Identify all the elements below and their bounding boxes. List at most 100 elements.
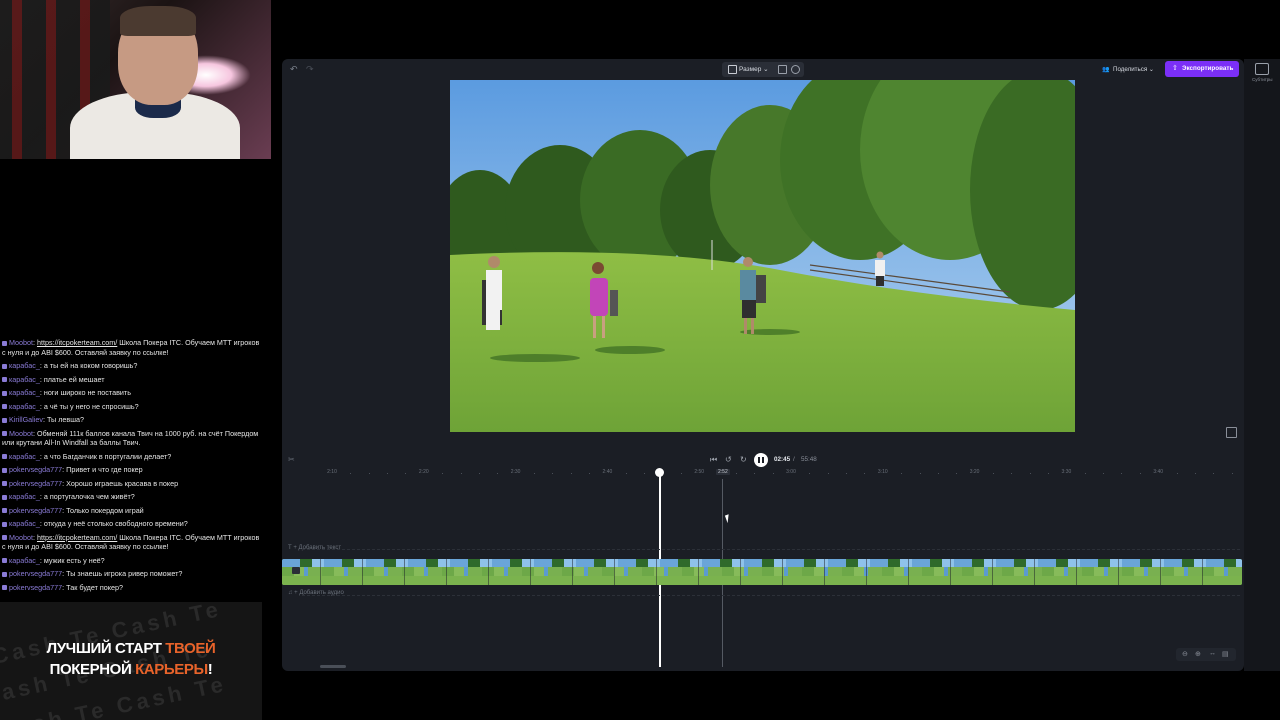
ruler-tick: [1139, 473, 1141, 474]
play-pause-button[interactable]: [754, 453, 768, 467]
text-track[interactable]: [302, 549, 1240, 550]
export-button[interactable]: ⇧ Экспортировать: [1165, 61, 1239, 77]
ruler-tick: [368, 473, 370, 474]
streamer-hair: [120, 6, 196, 36]
chat-text: откуда у неё столько свободного времени?: [43, 519, 188, 528]
chat-message: KirillGaliev: Ты левша?: [2, 413, 264, 427]
forward-icon[interactable]: ↻: [740, 455, 747, 464]
chat-username[interactable]: карабас_: [9, 361, 40, 370]
ruler-tick: [864, 473, 866, 474]
chat-text: Обменяй 111к баллов канала Твич на 1000 …: [2, 428, 259, 448]
zoom-in-icon[interactable]: ⊕: [1195, 650, 1201, 658]
ruler-tick: [644, 473, 646, 474]
redo-icon[interactable]: ↷: [306, 64, 314, 75]
chat-message: pokervsegda777: Так будет покер?: [2, 581, 264, 595]
chat-username[interactable]: карабас_: [9, 375, 40, 384]
chat-message: pokervsegda777: Привет и что где покер: [2, 463, 264, 477]
ruler-tick: [1231, 473, 1233, 474]
ruler-tick-label: 3:40: [1153, 469, 1164, 475]
ruler-tick-label: 3:10: [877, 469, 888, 475]
ruler-tick: [570, 473, 572, 474]
chat-link[interactable]: https://itcpokerteam.com/: [37, 533, 117, 542]
chat-badge-icon: [2, 340, 7, 346]
chat-username[interactable]: Moobot: [9, 533, 33, 542]
clip-frame-divider: [362, 559, 363, 585]
chat-text: ноги широко не поставить: [43, 388, 131, 397]
ruler-tick-label: 2:10: [327, 469, 337, 475]
chat-text: а что Багданчик в португалии делает?: [43, 451, 172, 461]
clip-frame-divider: [1202, 559, 1203, 585]
undo-icon[interactable]: ↶: [290, 64, 298, 75]
ruler-tick: [827, 473, 829, 474]
add-text-button[interactable]: T + Добавить текст: [288, 545, 341, 551]
chat-username[interactable]: pokervsegda777: [9, 583, 62, 592]
ruler-tick: [552, 473, 554, 474]
chat-username[interactable]: карабас_: [9, 388, 40, 397]
audio-track[interactable]: [302, 595, 1240, 596]
ruler-tick: [478, 473, 480, 474]
chat-username[interactable]: pokervsegda777: [9, 506, 62, 515]
zoom-toolbar: ⊖ ⊕ ↔ ▤: [1176, 648, 1236, 661]
chat-username[interactable]: KirillGaliev: [9, 415, 43, 424]
chat-link[interactable]: https://itcpokerteam.com/: [37, 338, 117, 347]
chat-username[interactable]: pokervsegda777: [9, 569, 62, 578]
promo-text: !: [207, 661, 213, 678]
clip-frame-divider: [656, 559, 657, 585]
chat-username[interactable]: Moobot: [9, 338, 33, 347]
chat-panel: Moobot: https://itcpokerteam.com/ Школа …: [0, 159, 266, 602]
ruler-tick: [1103, 473, 1105, 474]
chat-username[interactable]: pokervsegda777: [9, 465, 62, 474]
clip-settings-icon[interactable]: [292, 567, 300, 574]
export-label: Экспортировать: [1182, 65, 1234, 72]
timeline-ruler[interactable]: 2:10 2:20 2:30 2:40 2:50 3:00 3:10 3:20 3:30 3:40: [282, 469, 1244, 481]
ruler-tick-label: 3:20: [969, 469, 980, 475]
size-button[interactable]: Размер ⌄: [739, 65, 769, 73]
zoom-out-icon[interactable]: ⊖: [1182, 650, 1188, 658]
chat-message: pokervsegda777: Хорошо играешь красава в…: [2, 477, 264, 491]
clip-frame-divider: [614, 559, 615, 585]
right-rail: Субтитры: [1244, 59, 1280, 671]
playhead-handle[interactable]: [655, 468, 664, 477]
clip-frame-divider: [950, 559, 951, 585]
captions-button[interactable]: Субтитры: [1252, 63, 1273, 82]
fit-icon[interactable]: ↔: [1209, 650, 1216, 657]
crop-icon[interactable]: [778, 65, 787, 74]
text-track-icon: T: [288, 545, 292, 551]
ruler-tick: [1121, 473, 1123, 474]
chat-message: карабас_: откуда у неё столько свободног…: [2, 517, 264, 531]
chat-text: Так будет покер?: [66, 582, 124, 592]
ruler-tick: [1084, 473, 1086, 474]
chat-username[interactable]: карабас_: [9, 402, 40, 411]
chat-badge-icon: [2, 521, 7, 527]
rewind-icon[interactable]: ↺: [725, 455, 732, 464]
split-tool-icon[interactable]: ✂: [288, 455, 295, 464]
clip-frame-divider: [1160, 559, 1161, 585]
ruler-tick: [1194, 473, 1196, 474]
fullscreen-icon[interactable]: [1226, 427, 1237, 438]
chat-badge-icon: [2, 558, 7, 564]
promo-line-1: ЛУЧШИЙ СТАРТ ТВОЕЙ: [0, 640, 262, 657]
share-button[interactable]: 👥 Поделиться ⌄: [1095, 62, 1157, 77]
ruler-tick-label: 2:20: [418, 469, 429, 475]
chat-username[interactable]: карабас_: [9, 492, 40, 501]
chat-message: карабас_: ноги широко не поставить: [2, 386, 264, 400]
timeline-scrollbar[interactable]: [320, 665, 346, 668]
chat-username[interactable]: Moobot: [9, 429, 33, 438]
chat-username[interactable]: карабас_: [9, 556, 40, 565]
chat-username[interactable]: карабас_: [9, 452, 40, 461]
ruler-tick: [350, 473, 352, 474]
chat-username[interactable]: карабас_: [9, 519, 40, 528]
clip-frame-divider: [530, 559, 531, 585]
chat-text: Только покердом играй: [66, 505, 144, 515]
clip-frame-divider: [572, 559, 573, 585]
share-label: Поделиться ⌄: [1113, 66, 1155, 73]
clip-frame-divider: [488, 559, 489, 585]
chat-username[interactable]: pokervsegda777: [9, 479, 62, 488]
settings-icon[interactable]: [791, 65, 800, 74]
video-preview[interactable]: [450, 80, 1075, 432]
chat-badge-icon: [2, 363, 7, 369]
layout-icon[interactable]: ▤: [1222, 650, 1229, 658]
video-clip[interactable]: [282, 559, 1242, 585]
skip-back-icon[interactable]: ⏮: [710, 455, 717, 465]
clip-frame-divider: [824, 559, 825, 585]
